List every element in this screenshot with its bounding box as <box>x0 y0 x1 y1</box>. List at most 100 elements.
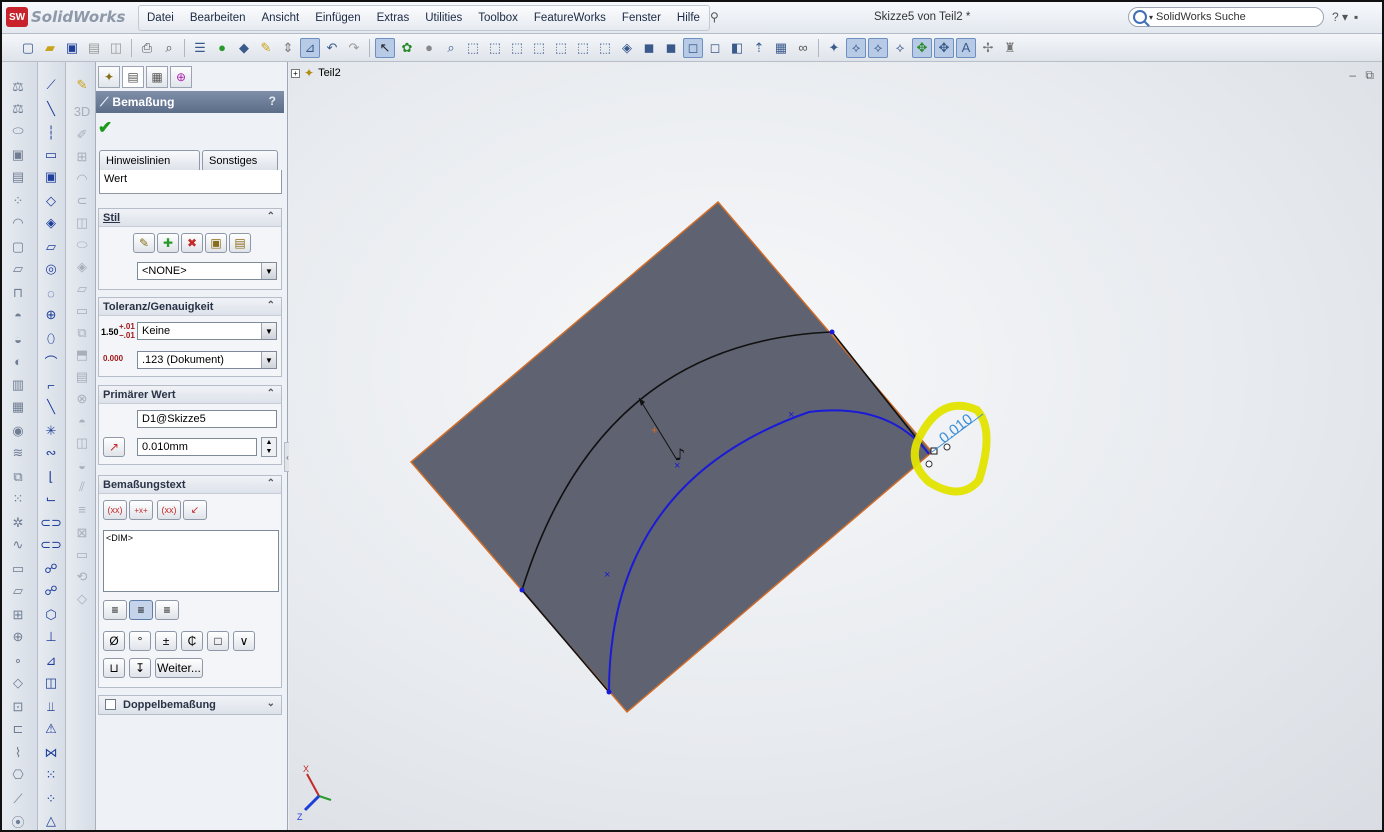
chamfer-icon[interactable]: ⌙ <box>41 490 61 508</box>
sketch-point[interactable] <box>606 689 612 695</box>
hide-show-icon[interactable]: ✦ <box>824 38 844 58</box>
dome-icon[interactable]: ◓ <box>8 306 28 324</box>
offset-text-button[interactable]: ↙ <box>183 500 207 520</box>
circular-pattern-icon[interactable]: ✲ <box>8 514 28 532</box>
zoom-icon[interactable]: ⌕ <box>441 38 461 58</box>
box-tool-icon[interactable]: ◫ <box>72 434 92 452</box>
style-save-icon[interactable]: ▣ <box>205 233 227 253</box>
pattern-icon[interactable]: ⁘ <box>8 192 28 210</box>
view-orientation-icon[interactable]: ⇡ <box>749 38 769 58</box>
view-normal-icon[interactable]: ◈ <box>617 38 637 58</box>
cut-icon[interactable]: ▦ <box>8 398 28 416</box>
expand-icon[interactable]: ⌄ <box>267 698 275 709</box>
dual-dimension-header[interactable]: Doppelbemaßung ⌄ <box>99 696 281 714</box>
mold-icon[interactable]: ⎔ <box>8 766 28 784</box>
center-rectangle-icon[interactable]: ▣ <box>41 168 61 186</box>
style-delete-icon[interactable]: ✖ <box>181 233 203 253</box>
view-iso-icon[interactable]: ⬚ <box>595 38 615 58</box>
tolerance-group-header[interactable]: Toleranz/Genauigkeit ⌃ <box>99 298 281 316</box>
slot-icon[interactable]: ◈ <box>41 214 61 232</box>
save-icon[interactable]: ▣ <box>62 38 82 58</box>
ellipse-icon[interactable]: ⬯ <box>41 330 61 348</box>
align-right-button[interactable]: ≡ <box>155 600 179 620</box>
edit-appearance-icon[interactable]: ◆ <box>234 38 254 58</box>
menu-featureworks[interactable]: FeatureWorks <box>526 12 614 24</box>
grid-icon[interactable]: ⊞ <box>72 148 92 166</box>
extrude-icon[interactable]: ▥ <box>8 376 28 394</box>
extrude-tool-icon[interactable]: ▭ <box>72 302 92 320</box>
precision-select[interactable]: .123 (Dokument) ▼ <box>137 351 277 369</box>
wireframe-icon[interactable]: ◻ <box>705 38 725 58</box>
part-face[interactable] <box>409 200 934 714</box>
restore-viewport-icon[interactable]: ⧉ <box>1365 68 1374 82</box>
appearance-icon[interactable]: ● <box>419 38 439 58</box>
pattern-tool-icon[interactable]: ▤ <box>72 368 92 386</box>
more-symbols-dropdown[interactable]: ∨ <box>233 631 255 651</box>
dual-dimension-checkbox[interactable] <box>105 699 116 710</box>
view-settings-icon[interactable]: ▦ <box>771 38 791 58</box>
rotate-sketch-icon[interactable]: ⟲ <box>72 568 92 586</box>
split-entity-icon[interactable]: ⫫ <box>41 698 61 716</box>
3point-arc-icon[interactable]: ⌐ <box>41 376 61 394</box>
tree-expand-icon[interactable]: + <box>291 68 300 78</box>
rebuild-icon[interactable]: ● <box>212 38 232 58</box>
rib-icon[interactable]: ⊓ <box>8 284 28 302</box>
axis-tool-icon[interactable]: ⫽ <box>72 478 92 496</box>
curve-icon[interactable]: ∿ <box>8 536 28 554</box>
view-left-icon[interactable]: ⬚ <box>507 38 527 58</box>
redo-icon[interactable]: ↷ <box>344 38 364 58</box>
square-symbol-button[interactable]: □ <box>207 631 229 651</box>
window-menu-icon[interactable]: ▪ <box>1354 10 1358 24</box>
surface-icon[interactable]: ◇ <box>8 674 28 692</box>
move-entity-icon[interactable]: △ <box>41 812 61 830</box>
align-left-button[interactable]: ≡ <box>103 600 127 620</box>
open-icon[interactable]: ▰ <box>40 38 60 58</box>
style-add-icon[interactable]: ✚ <box>157 233 179 253</box>
undo-icon[interactable]: ↶ <box>322 38 342 58</box>
add-parentheses-button[interactable]: (xx) <box>103 500 127 520</box>
warning-icon[interactable]: ⚠ <box>41 720 61 738</box>
rotate-icon[interactable]: ✥ <box>912 37 932 58</box>
shadow-icon[interactable]: ⟡ <box>890 38 910 58</box>
balance-icon[interactable]: ⚖ <box>8 100 28 118</box>
menu-utilities[interactable]: Utilities <box>417 12 470 24</box>
cylinder-icon[interactable]: ⬭ <box>8 122 28 140</box>
arc-slot2-icon[interactable]: ☍ <box>41 582 61 600</box>
hide-icon[interactable]: ◇ <box>72 590 92 608</box>
draft-icon[interactable]: ▱ <box>8 260 28 278</box>
inspection-dimension-button[interactable]: (xx) <box>157 500 181 520</box>
spline-icon[interactable]: ∾ <box>41 444 61 462</box>
collapse-icon[interactable]: ⌃ <box>267 388 275 399</box>
configuration-manager-tab[interactable]: ▦ <box>146 66 168 88</box>
loft-icon[interactable]: ◐ <box>8 352 28 370</box>
style-select[interactable]: <NONE> ▼ <box>137 262 277 280</box>
sketch-mode-icon[interactable]: ✎ <box>72 76 92 94</box>
view-back-icon[interactable]: ⬚ <box>485 38 505 58</box>
point-sketch-icon[interactable]: ✳ <box>41 422 61 440</box>
new-document-icon[interactable]: ▢ <box>18 38 38 58</box>
layers-icon[interactable]: ≡ <box>72 500 92 518</box>
tab-wert-panel[interactable]: Wert <box>99 170 282 194</box>
thread-icon[interactable]: ≋ <box>8 444 28 462</box>
revolve-icon[interactable]: ◈ <box>72 258 92 276</box>
rectangle-icon[interactable]: ▭ <box>41 146 61 164</box>
smart-dim-icon[interactable]: ⟋ <box>41 76 61 94</box>
search-placeholder[interactable]: SolidWorks Suche <box>1156 11 1246 23</box>
align-center-button[interactable]: ≡ <box>129 600 153 620</box>
depth-symbol-button[interactable]: ↧ <box>129 658 151 678</box>
sphere-icon[interactable]: ◓ <box>72 412 92 430</box>
shaded-icon[interactable]: ◼ <box>639 38 659 58</box>
search-dropdown-icon[interactable]: ▾ <box>1149 13 1153 22</box>
sketch-fillet-icon[interactable]: ⊂ <box>72 192 92 210</box>
plane-ref-icon[interactable]: ▱ <box>8 582 28 600</box>
hole-icon[interactable]: ◉ <box>8 422 28 440</box>
point-icon[interactable]: ∘ <box>8 652 28 670</box>
menu-ansicht[interactable]: Ansicht <box>253 12 307 24</box>
centerline-symbol-button[interactable]: ₵ <box>181 631 203 651</box>
property-manager-tab[interactable]: ▤ <box>122 66 144 88</box>
menu-bearbeiten[interactable]: Bearbeiten <box>182 12 254 24</box>
dimension-name-field[interactable]: D1@Skizze5 <box>137 410 277 428</box>
shaded-edges-icon[interactable]: ◼ <box>661 38 681 58</box>
selection-filter-icon[interactable]: ✿ <box>397 38 417 58</box>
make-drawing-icon[interactable]: ▤ <box>84 38 104 58</box>
